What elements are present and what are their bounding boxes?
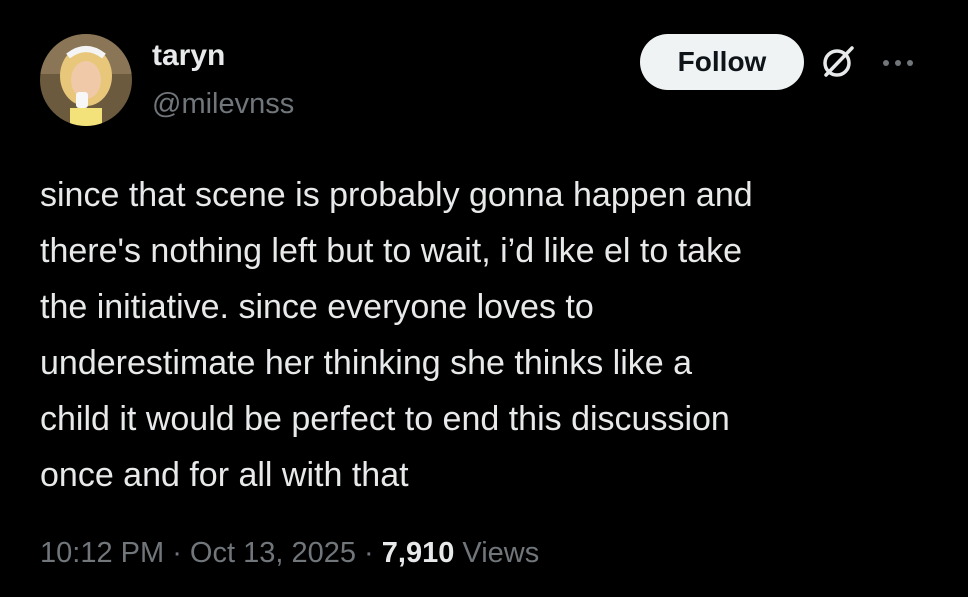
- avatar-image: [40, 34, 132, 126]
- tweet-time[interactable]: 10:12 PM: [40, 537, 164, 569]
- author-display-name[interactable]: taryn: [152, 38, 225, 74]
- tweet-text-line: underestimate her thinking she thinks li…: [40, 344, 693, 382]
- tweet-meta: 10:12 PM · Oct 13, 2025 · 7,910 Views: [40, 533, 539, 573]
- tweet-text-line: there's nothing left but to wait, i’d li…: [40, 232, 742, 270]
- tweet-card: taryn @milevnss Follow since that scene …: [0, 0, 968, 597]
- meta-separator: ·: [355, 537, 382, 569]
- meta-separator: ·: [164, 537, 190, 569]
- tweet-text-line: once and for all with that: [40, 456, 409, 494]
- tweet-date[interactable]: Oct 13, 2025: [190, 537, 356, 569]
- grok-icon[interactable]: [818, 42, 858, 82]
- views-label: Views: [462, 537, 540, 569]
- author-handle[interactable]: @milevnss: [152, 86, 294, 122]
- views-count: 7,910: [381, 537, 455, 569]
- tweet-text-line: since that scene is probably gonna happe…: [40, 176, 753, 214]
- tweet-text-line: the initiative. since everyone loves to: [40, 288, 594, 326]
- follow-button[interactable]: Follow: [640, 34, 804, 90]
- more-options-icon[interactable]: [874, 48, 922, 78]
- avatar[interactable]: [40, 34, 132, 126]
- tweet-text: since that scene is probably gonna happe…: [40, 167, 940, 503]
- tweet-text-line: child it would be perfect to end this di…: [40, 400, 730, 438]
